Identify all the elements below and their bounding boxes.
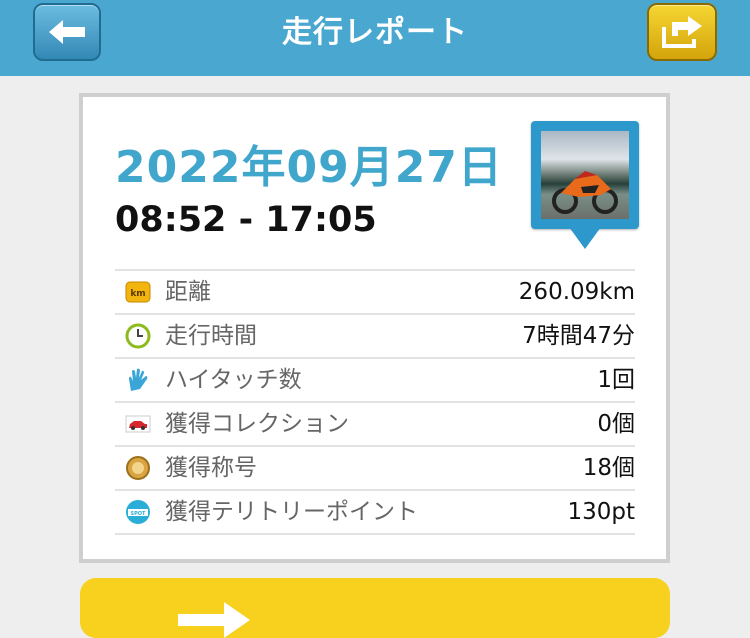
medal-icon — [126, 456, 150, 480]
report-card: 2022年09月27日 08:52 - 17:05 km 距離 260.09km — [79, 93, 670, 563]
share-button[interactable] — [647, 3, 717, 61]
stat-ride-time: 走行時間 7時間47分 — [115, 315, 635, 359]
pin-tip — [569, 227, 601, 249]
high-five-icon — [129, 368, 148, 391]
motorcycle-illustration — [552, 171, 618, 214]
stat-label: 距離 — [165, 279, 211, 305]
motorcycle-thumbnail — [541, 131, 629, 219]
stat-high-five: ハイタッチ数 1回 — [115, 359, 635, 403]
stat-label: 走行時間 — [165, 323, 257, 349]
svg-text:SPOT: SPOT — [131, 511, 147, 517]
report-date: 2022年09月27日 — [115, 142, 503, 193]
stats-list: km 距離 260.09km 走行時間 7時間47分 ハイタッチ数 1回 獲得コ… — [115, 269, 635, 535]
bottom-share-button[interactable] — [80, 578, 670, 638]
clock-icon — [125, 323, 151, 349]
time-range: 08:52 - 17:05 — [115, 200, 377, 240]
stat-value: 7時間47分 — [522, 323, 635, 349]
stat-distance: km 距離 260.09km — [115, 271, 635, 315]
stat-label: 獲得コレクション — [165, 411, 349, 437]
share-arrow-icon — [662, 16, 702, 48]
stat-label: 獲得称号 — [165, 455, 257, 481]
spot-icon: SPOT — [126, 500, 150, 524]
km-icon: km — [125, 281, 151, 303]
stat-territory-points: SPOT 獲得テリトリーポイント 130pt — [115, 491, 635, 535]
stat-value: 0個 — [597, 411, 635, 437]
photo-pin[interactable] — [531, 121, 639, 249]
stat-titles: 獲得称号 18個 — [115, 447, 635, 491]
svg-text:km: km — [130, 289, 145, 299]
stat-value: 260.09km — [518, 279, 635, 305]
page-title: 走行レポート — [282, 15, 468, 50]
app-header: 走行レポート — [0, 0, 750, 76]
share-arrow-icon — [178, 602, 250, 638]
stat-label: ハイタッチ数 — [165, 367, 302, 393]
stat-label: 獲得テリトリーポイント — [165, 499, 418, 525]
car-icon — [125, 415, 151, 433]
stat-collection: 獲得コレクション 0個 — [115, 403, 635, 447]
stat-value: 130pt — [567, 499, 635, 525]
stat-value: 18個 — [582, 455, 635, 481]
stat-value: 1回 — [597, 367, 635, 393]
